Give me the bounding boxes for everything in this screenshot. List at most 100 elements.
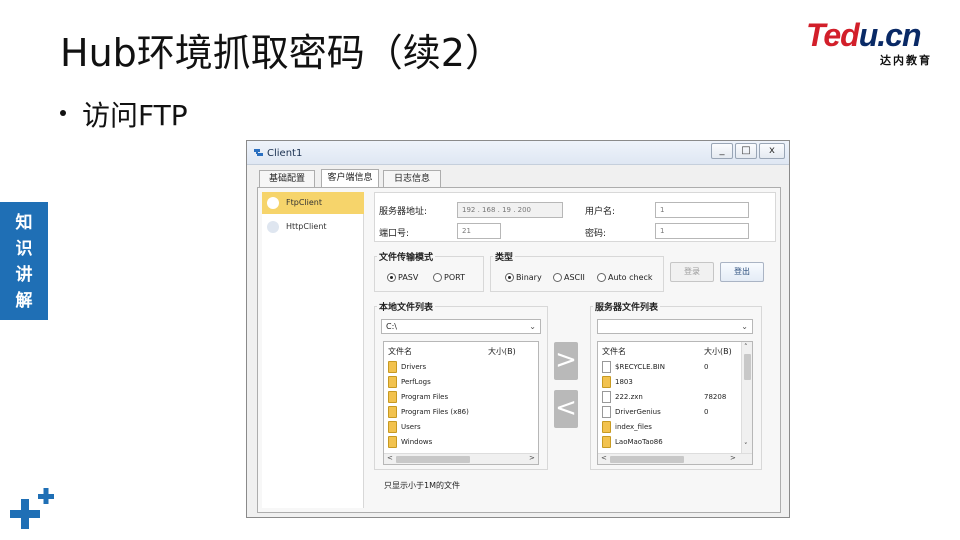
scroll-down-icon[interactable]: ˅ (744, 442, 748, 450)
server-ip-field[interactable]: 192 . 168 . 19 . 200 (457, 202, 563, 218)
folder-icon (602, 421, 611, 433)
radio-ascii[interactable]: ASCII (553, 273, 585, 282)
server-vscrollbar[interactable]: ˄ ˅ (741, 342, 752, 453)
list-item[interactable]: Drivers (388, 360, 426, 375)
client-item-http[interactable]: HttpClient (262, 216, 364, 238)
file-name: 222.zxn (615, 393, 643, 401)
list-item[interactable]: Program Files (388, 390, 448, 405)
password-field[interactable]: 1 (655, 223, 749, 239)
file-icon (602, 391, 611, 403)
file-name: LaoMaoTao86 (615, 438, 663, 446)
local-col-size[interactable]: 大小(B) (488, 346, 516, 357)
server-hscroll-thumb[interactable] (610, 456, 684, 463)
local-col-name[interactable]: 文件名 (388, 346, 412, 357)
scroll-up-icon[interactable]: ˄ (744, 343, 748, 351)
scroll-right-icon[interactable]: > (730, 454, 736, 462)
server-hscrollbar[interactable]: < > (598, 453, 752, 464)
tab-log-info[interactable]: 日志信息 (383, 170, 441, 188)
password-label: 密码: (585, 229, 607, 239)
side-tab-char: 解 (15, 291, 33, 311)
local-files-group: 本地文件列表 C:\ ⌄ 文件名 大小(B) Drivers PerfLogs P… (374, 300, 548, 470)
client-item-label: FtpClient (286, 198, 322, 207)
chevron-down-icon[interactable]: ⌄ (529, 320, 536, 333)
list-item[interactable]: 222.zxn (602, 390, 643, 405)
window-title: Client1 (267, 148, 303, 159)
radio-pasv-indicator (387, 273, 396, 282)
server-files-group: 服务器文件列表 ⌄ 文件名 大小(B) $RECYCLE.BIN 0 1803 … (590, 300, 762, 470)
file-icon (602, 406, 611, 418)
radio-pasv[interactable]: PASV (387, 273, 418, 282)
local-file-list[interactable]: 文件名 大小(B) Drivers PerfLogs Program Files… (383, 341, 539, 465)
file-name: Program Files (401, 393, 449, 401)
radio-binary-label: Binary (516, 273, 542, 282)
folder-icon (602, 436, 611, 448)
radio-auto-check[interactable]: Auto check (597, 273, 653, 282)
knowledge-side-tab: 知 识 讲 解 (0, 202, 48, 320)
client-window: Client1 _ □ x 基础配置 客户端信息 日志信息 FtpClient … (246, 140, 790, 518)
radio-binary-indicator (505, 273, 514, 282)
file-name: DriverGenius (615, 408, 661, 416)
folder-icon (388, 376, 397, 388)
server-col-name[interactable]: 文件名 (602, 346, 626, 357)
folder-icon (388, 361, 397, 373)
file-size: 78208 (704, 393, 727, 401)
folder-icon (602, 376, 611, 388)
username-field[interactable]: 1 (655, 202, 749, 218)
radio-ascii-label: ASCII (564, 273, 585, 282)
folder-icon (388, 406, 397, 418)
close-button[interactable]: x (759, 143, 785, 159)
local-hscrollbar[interactable]: < > (384, 453, 538, 464)
server-file-list[interactable]: 文件名 大小(B) $RECYCLE.BIN 0 1803 222.zxn 78… (597, 341, 753, 465)
bullet-item: 访问FTP (60, 94, 188, 134)
folder-icon (388, 436, 397, 448)
list-item[interactable]: Users (388, 420, 421, 435)
upload-arrow-button[interactable]: > (554, 342, 578, 380)
transfer-mode-group: 文件传输模式 PASV PORT (374, 250, 484, 292)
scroll-right-icon[interactable]: > (529, 454, 535, 462)
local-path-combo[interactable]: C:\ ⌄ (381, 319, 541, 334)
list-item[interactable]: DriverGenius (602, 405, 661, 420)
list-item[interactable]: 1803 (602, 375, 633, 390)
logout-button[interactable]: 登出 (720, 262, 764, 282)
file-name: 1803 (615, 378, 633, 386)
tab-basic-config[interactable]: 基础配置 (259, 170, 315, 188)
window-titlebar[interactable]: Client1 _ □ x (247, 141, 789, 165)
file-name: $RECYCLE.BIN (615, 363, 665, 371)
file-name: index_files (615, 423, 652, 431)
list-item[interactable]: index_files (602, 420, 652, 435)
radio-pasv-label: PASV (398, 273, 419, 282)
download-arrow-button[interactable]: < (554, 390, 578, 428)
transfer-mode-title: 文件传输模式 (377, 250, 436, 263)
scroll-left-icon[interactable]: < (387, 454, 393, 462)
local-files-title: 本地文件列表 (377, 300, 436, 313)
radio-ascii-indicator (553, 273, 562, 282)
scroll-left-icon[interactable]: < (601, 454, 607, 462)
radio-binary[interactable]: Binary (505, 273, 542, 282)
side-tab-char: 讲 (15, 265, 33, 285)
server-path-combo[interactable]: ⌄ (597, 319, 753, 334)
port-field[interactable]: 21 (457, 223, 501, 239)
server-col-size[interactable]: 大小(B) (704, 346, 732, 357)
list-item[interactable]: Windows (388, 435, 432, 450)
tab-client-info[interactable]: 客户端信息 (321, 169, 379, 188)
folder-icon (388, 421, 397, 433)
type-title: 类型 (493, 250, 516, 263)
list-item[interactable]: LaoMaoTao86 (602, 435, 663, 450)
list-item[interactable]: Program Files (x86) (388, 405, 469, 420)
client-info-panel: FtpClient HttpClient 服务器地址: 192 . 168 . … (257, 187, 781, 513)
local-hscroll-thumb[interactable] (396, 456, 470, 463)
list-item[interactable]: PerfLogs (388, 375, 431, 390)
minimize-button[interactable]: _ (711, 143, 733, 159)
plus-decoration-icon (10, 488, 54, 529)
maximize-button[interactable]: □ (735, 143, 757, 159)
file-name: Windows (401, 438, 433, 446)
server-vscroll-thumb[interactable] (744, 354, 751, 380)
login-button[interactable]: 登录 (670, 262, 714, 282)
file-size: 0 (704, 363, 709, 371)
logo-brand-red: Ted (806, 17, 860, 53)
client-item-ftp[interactable]: FtpClient (262, 192, 364, 214)
radio-port[interactable]: PORT (433, 273, 465, 282)
chevron-down-icon[interactable]: ⌄ (741, 320, 748, 333)
list-item[interactable]: $RECYCLE.BIN (602, 360, 665, 375)
file-icon (602, 361, 611, 373)
